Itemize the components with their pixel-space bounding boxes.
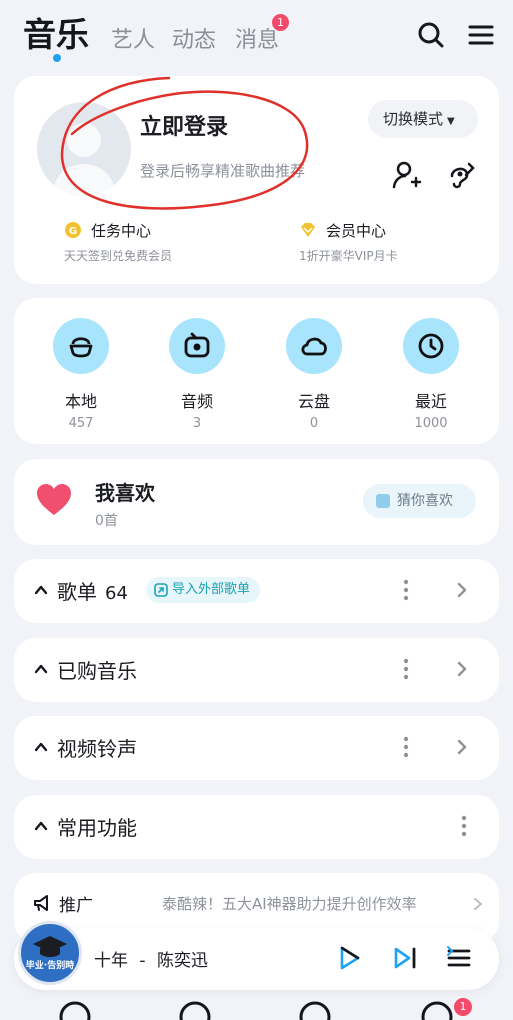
nav-discover-icon[interactable] bbox=[178, 1000, 212, 1020]
playlists-section[interactable]: 歌单 64 导入外部歌单 bbox=[14, 559, 499, 623]
heart-icon bbox=[37, 484, 71, 515]
play-icon[interactable] bbox=[334, 943, 364, 973]
common-functions-section[interactable]: 常用功能 bbox=[14, 795, 499, 859]
music-recognize-icon[interactable] bbox=[446, 160, 476, 190]
favorites-card[interactable]: 我喜欢 0首 猜你喜欢 bbox=[14, 459, 499, 545]
diamond-icon bbox=[301, 223, 315, 237]
import-icon bbox=[154, 583, 168, 597]
login-card: 立即登录 登录后畅享精准歌曲推荐 切换模式 ▼ G 任务中心 天天签到兑免费会员 … bbox=[14, 76, 499, 284]
quick-local[interactable]: 本地 457 bbox=[41, 318, 121, 431]
audio-icon bbox=[184, 332, 210, 358]
quick-audio[interactable]: 音频 3 bbox=[157, 318, 237, 431]
login-title[interactable]: 立即登录 bbox=[140, 109, 228, 141]
tab-music[interactable]: 音乐 bbox=[23, 8, 89, 56]
megaphone-icon bbox=[34, 895, 48, 911]
favorites-title: 我喜欢 bbox=[95, 481, 155, 505]
purchased-title: 已购音乐 bbox=[57, 659, 137, 683]
chevron-up-icon[interactable] bbox=[34, 740, 48, 754]
quick-count: 0 bbox=[309, 416, 319, 431]
cloud-icon bbox=[301, 337, 327, 356]
local-music-icon bbox=[69, 337, 93, 358]
quick-label: 云盘 bbox=[297, 392, 330, 411]
graduation-cap-icon bbox=[33, 936, 67, 957]
purchased-section[interactable]: 已购音乐 bbox=[14, 638, 499, 702]
chevron-up-icon[interactable] bbox=[34, 583, 48, 597]
promo-label: 推广 bbox=[59, 896, 93, 916]
favorites-count: 0首 bbox=[95, 513, 118, 529]
quick-label: 本地 bbox=[64, 392, 97, 411]
switch-mode-label: 切换模式 bbox=[383, 110, 444, 128]
tab-feed[interactable]: 动态 bbox=[172, 22, 216, 54]
section-title: 歌单 64 bbox=[57, 576, 128, 605]
chevron-up-icon[interactable] bbox=[34, 819, 48, 833]
active-tab-indicator bbox=[53, 54, 61, 62]
next-track-icon[interactable] bbox=[390, 943, 420, 973]
quick-recent[interactable]: 最近 1000 bbox=[391, 318, 471, 431]
add-user-icon[interactable] bbox=[392, 160, 422, 190]
chevron-up-icon[interactable] bbox=[34, 662, 48, 676]
avatar-placeholder-icon bbox=[54, 123, 114, 196]
nav-community-icon[interactable] bbox=[298, 1000, 332, 1020]
clock-icon bbox=[418, 333, 444, 359]
more-dots-icon[interactable] bbox=[396, 736, 416, 758]
nav-mine-badge: 1 bbox=[454, 998, 472, 1016]
chevron-right-icon[interactable] bbox=[472, 897, 484, 911]
video-ringtone-section[interactable]: 视频铃声 bbox=[14, 716, 499, 780]
song-title: 十年 bbox=[94, 951, 128, 971]
guess-label: 猜你喜欢 bbox=[397, 493, 453, 509]
nav-home-icon[interactable] bbox=[58, 1000, 92, 1020]
vip-center[interactable]: 会员中心 1折开豪华VIP月卡 bbox=[299, 220, 398, 264]
promo-text: 泰酷辣！五大AI神器助力提升创作效率 bbox=[162, 895, 417, 913]
guess-you-like-button[interactable]: 猜你喜欢 bbox=[363, 484, 476, 518]
playlists-title: 歌单 bbox=[57, 580, 97, 604]
vip-center-subtitle: 1折开豪华VIP月卡 bbox=[299, 249, 398, 263]
avatar[interactable] bbox=[37, 102, 131, 196]
album-cover-text: 毕业·告别時 bbox=[25, 961, 75, 971]
quick-access-card: 本地 457 音频 3 云盘 0 最近 1000 bbox=[14, 298, 499, 444]
common-functions-title: 常用功能 bbox=[57, 816, 137, 840]
playlists-count: 64 bbox=[105, 583, 128, 604]
quick-count: 457 bbox=[68, 416, 94, 431]
playlist-icon[interactable] bbox=[444, 943, 474, 973]
now-playing: 十年 - 陈奕迅 bbox=[94, 946, 208, 971]
quick-count: 1000 bbox=[414, 416, 448, 431]
import-label: 导入外部歌单 bbox=[172, 582, 251, 597]
song-separator: - bbox=[139, 951, 146, 971]
task-center[interactable]: G 任务中心 天天签到兑免费会员 bbox=[64, 220, 172, 264]
caret-down-icon: ▼ bbox=[447, 116, 455, 127]
quick-count: 3 bbox=[192, 416, 202, 431]
quick-label: 音频 bbox=[180, 392, 213, 411]
quick-cloud[interactable]: 云盘 0 bbox=[274, 318, 354, 431]
chevron-right-icon[interactable] bbox=[454, 581, 470, 599]
task-center-subtitle: 天天签到兑免费会员 bbox=[64, 249, 173, 263]
more-dots-icon[interactable] bbox=[396, 579, 416, 601]
mini-player[interactable]: 毕业·告别時 十年 - 陈奕迅 bbox=[14, 921, 499, 990]
radio-icon bbox=[376, 494, 390, 508]
more-dots-icon[interactable] bbox=[396, 658, 416, 680]
chevron-right-icon[interactable] bbox=[454, 660, 470, 678]
top-nav: 音乐 艺人 动态 消息 1 bbox=[0, 0, 513, 70]
import-playlist-button[interactable]: 导入外部歌单 bbox=[146, 577, 261, 603]
tab-artists[interactable]: 艺人 bbox=[111, 22, 155, 54]
svg-text:G: G bbox=[69, 226, 77, 237]
coin-icon: G bbox=[65, 222, 81, 238]
song-artist: 陈奕迅 bbox=[156, 951, 208, 971]
switch-mode-button[interactable]: 切换模式 ▼ bbox=[368, 100, 478, 138]
album-cover[interactable]: 毕业·告别時 bbox=[18, 921, 82, 985]
login-subtitle: 登录后畅享精准歌曲推荐 bbox=[140, 162, 306, 180]
quick-label: 最近 bbox=[414, 392, 447, 411]
chevron-right-icon[interactable] bbox=[454, 738, 470, 756]
search-icon[interactable] bbox=[416, 20, 446, 50]
menu-icon[interactable] bbox=[466, 20, 496, 50]
video-ringtone-title: 视频铃声 bbox=[57, 737, 137, 761]
nav-mine-icon[interactable] bbox=[420, 1000, 454, 1020]
messages-badge: 1 bbox=[272, 14, 289, 31]
more-dots-icon[interactable] bbox=[454, 815, 474, 837]
